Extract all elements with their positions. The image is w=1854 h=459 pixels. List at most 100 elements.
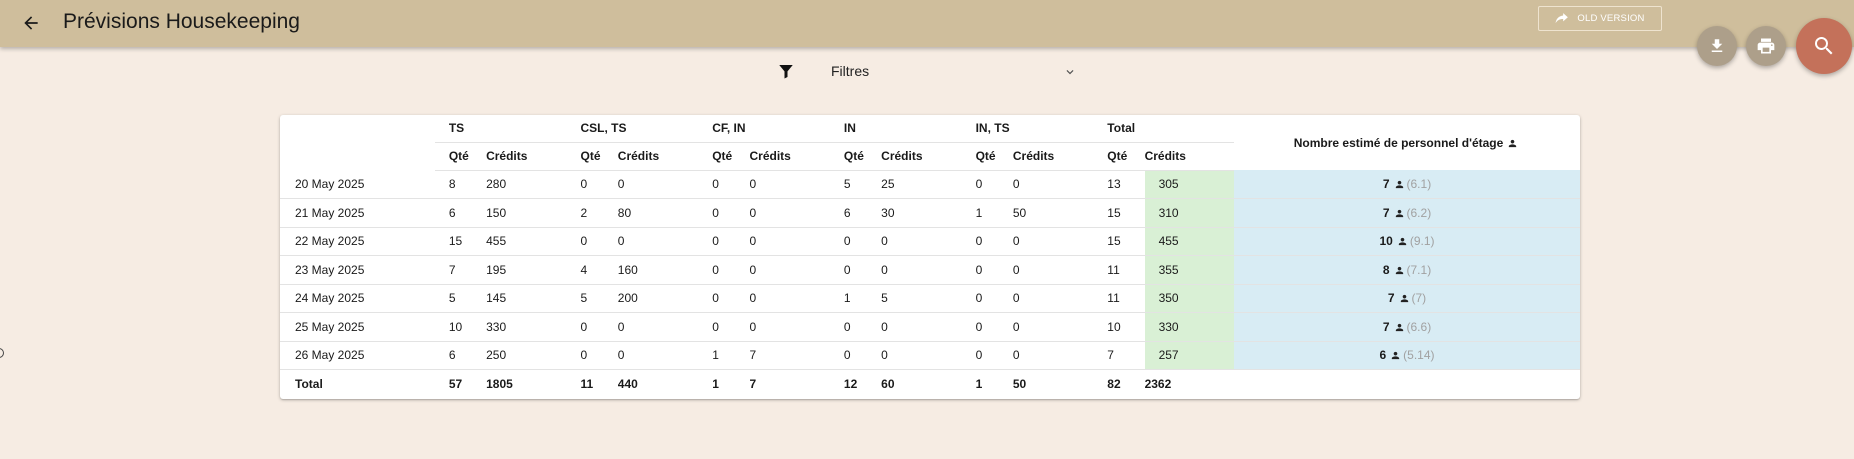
staff-estimate: 7 (1382, 177, 1390, 191)
qty-header: Qté (961, 142, 1013, 171)
staff-estimate: 7 (1382, 205, 1390, 220)
qty-cell: 0 (829, 227, 882, 256)
staff-estimate-cell: 10 (9.1) (1234, 227, 1580, 256)
download-icon (1711, 39, 1723, 52)
date-column-header (280, 115, 435, 170)
qty-header: Qté (434, 142, 487, 171)
total-credits-cell: 455 (1144, 227, 1235, 256)
arrow-left-icon (24, 16, 38, 30)
staff-estimate-cell: 7 (7) (1234, 284, 1580, 313)
date-cell: 24 May 2025 (280, 284, 435, 313)
person-icon (1398, 238, 1407, 246)
credits-cell: 0 (1012, 227, 1094, 256)
total-credits-cell: 330 (1144, 312, 1235, 342)
qty-cell: 0 (566, 312, 618, 342)
qty-cell: 0 (829, 341, 882, 370)
qty-cell: 7 (1093, 341, 1145, 370)
total-cell: 7 (749, 377, 757, 392)
qty-header: Qté (829, 142, 882, 171)
staff-estimate: 10 (1379, 234, 1393, 249)
old-version-button[interactable]: OLD VERSION (1538, 6, 1662, 31)
credits-cell: 0 (881, 255, 962, 285)
staff-estimate-cell: 7 (6.1) (1234, 170, 1580, 199)
staff-estimate-cell: 7 (6.6) (1234, 312, 1580, 342)
total-cell: 60 (881, 377, 895, 392)
date-cell: 20 May 2025 (280, 170, 435, 199)
person-icon (1395, 266, 1403, 274)
qty-cell: 0 (698, 227, 750, 256)
credits-cell: 7 (749, 341, 830, 370)
staff-estimate: 6 (1379, 348, 1387, 363)
group-header: CF, IN (698, 115, 830, 143)
credits-header: Crédits (486, 142, 567, 171)
group-header: IN (829, 115, 962, 143)
credits-header: Crédits (1012, 142, 1094, 171)
total-label: Total (295, 377, 323, 392)
group-header: IN, TS (961, 115, 1094, 143)
print-button[interactable] (1746, 26, 1786, 66)
qty-cell: 5 (566, 284, 618, 313)
credits-cell: 0 (1012, 255, 1094, 285)
credits-cell: 330 (486, 312, 567, 342)
credits-cell: 455 (486, 227, 567, 256)
qty-cell: 0 (829, 255, 882, 285)
date-cell: 25 May 2025 (280, 312, 435, 342)
date-cell: 23 May 2025 (280, 255, 435, 285)
staff-estimate-cell: 7 (6.2) (1234, 198, 1580, 228)
staff-estimate: 7 (1387, 291, 1395, 306)
staff-exact: (7.1) (1406, 262, 1432, 277)
table-row: 25 May 2025 10 330 0 0 0 0 0 0 0 0 10 330 7 (6.6) (280, 312, 1580, 342)
total-cell: 82 (1107, 377, 1121, 392)
credits-cell: 0 (1012, 312, 1094, 342)
table-row: 23 May 2025 7 195 4 160 0 0 0 0 0 0 11 355 8 (7.1) (280, 255, 1580, 285)
total-credits-cell: 310 (1144, 198, 1235, 228)
staff-estimate: 7 (1382, 319, 1390, 334)
qty-cell: 0 (698, 198, 750, 228)
search-button[interactable] (1796, 18, 1852, 74)
total-cell: 1805 (486, 377, 513, 392)
credits-cell: 0 (1012, 284, 1094, 313)
qty-cell: 15 (1093, 227, 1145, 256)
credits-cell: 0 (881, 312, 962, 342)
date-cell: 21 May 2025 (280, 198, 435, 228)
staff-estimate: 8 (1382, 262, 1390, 277)
person-icon (1395, 209, 1403, 217)
filters-label: Filtres (831, 63, 870, 79)
total-cell: 1 (975, 377, 983, 392)
group-header: TS (434, 115, 567, 143)
total-cell: 1 (712, 377, 719, 392)
qty-cell: 10 (1093, 312, 1145, 342)
person-icon (1400, 295, 1408, 303)
total-credits-cell: 305 (1144, 170, 1235, 199)
credits-cell: 80 (617, 198, 699, 228)
side-handle[interactable] (0, 348, 4, 358)
filter-icon (779, 65, 793, 79)
qty-cell: 4 (566, 255, 618, 285)
qty-cell: 1 (829, 284, 882, 313)
back-button[interactable] (16, 8, 46, 38)
credits-cell: 150 (486, 198, 567, 228)
date-cell: 22 May 2025 (280, 227, 435, 256)
qty-cell: 5 (829, 170, 882, 199)
credits-cell: 0 (749, 284, 830, 313)
total-credits-cell: 257 (1144, 341, 1235, 370)
credits-cell: 30 (881, 198, 962, 228)
qty-cell: 0 (961, 255, 1013, 285)
qty-cell: 7 (434, 255, 487, 285)
credits-cell: 0 (881, 227, 962, 256)
credits-cell: 0 (617, 227, 699, 256)
credits-cell: 0 (1012, 341, 1094, 370)
credits-cell: 0 (749, 312, 830, 342)
staff-estimate-cell: 8 (7.1) (1234, 255, 1580, 285)
download-button[interactable] (1697, 26, 1737, 66)
qty-cell: 5 (434, 284, 487, 313)
credits-cell: 5 (881, 284, 962, 313)
credits-cell: 195 (486, 255, 567, 285)
filters-dropdown[interactable]: Filtres (777, 58, 1077, 84)
forecast-table: TS CSL, TS CF, IN IN IN, TS Total Nombre… (280, 115, 1580, 399)
qty-cell: 1 (961, 198, 1013, 228)
qty-cell: 13 (1093, 170, 1145, 199)
group-header: Total (1093, 115, 1235, 143)
qty-cell: 0 (566, 170, 618, 199)
table-row: 24 May 2025 5 145 5 200 0 0 1 5 0 0 11 350 7 (7) (280, 284, 1580, 313)
